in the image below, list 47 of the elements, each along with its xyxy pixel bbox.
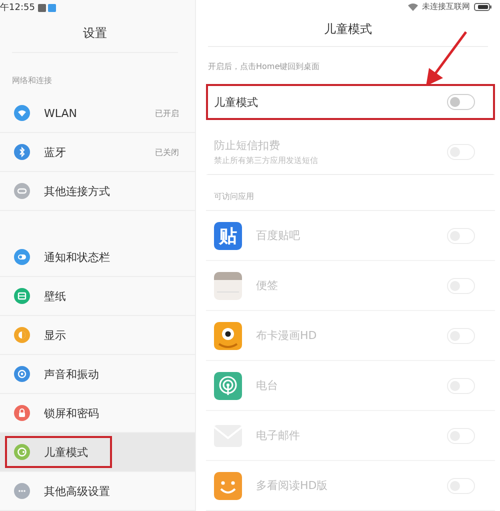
item-label: 声音和振动: [44, 366, 99, 382]
annotation-arrow: [423, 30, 469, 88]
toggle-switch[interactable]: [447, 94, 475, 110]
item-label: 锁屏和密码: [44, 406, 99, 420]
hint-text: 开启后，点击Home键回到桌面: [208, 61, 320, 72]
network-status: 未连接互联网: [422, 1, 470, 12]
settings-item[interactable]: 其他连接方式: [0, 172, 195, 211]
settings-item[interactable]: 声音和振动: [0, 355, 195, 394]
app-name: 多看阅读HD版: [256, 478, 329, 493]
item-label: WLAN: [44, 106, 78, 120]
section-header: 网络和连接: [11, 75, 53, 87]
settings-item[interactable]: WLAN 已开启: [0, 94, 195, 133]
app-name: 布卡漫画HD: [256, 328, 318, 343]
item-status: 已关闭: [155, 146, 179, 158]
item-label: 壁纸: [44, 288, 66, 304]
settings-item[interactable]: 显示: [0, 316, 195, 355]
settings-item[interactable]: 蓝牙 已关闭: [0, 133, 195, 172]
app-name: 电子邮件: [256, 428, 301, 443]
page-title: 设置: [12, 15, 178, 53]
tieba-icon: 贴: [214, 222, 242, 250]
item-label: 蓝牙: [44, 144, 66, 160]
item-label: 儿童模式: [44, 444, 88, 460]
smile-icon: [214, 472, 242, 500]
notification-icon: [38, 4, 58, 12]
radio-icon: [214, 372, 242, 400]
item-label: 显示: [44, 328, 66, 342]
setting-label: 儿童模式: [214, 94, 258, 110]
settings-item[interactable]: 壁纸: [0, 277, 195, 316]
section-header: 可访问应用: [206, 183, 495, 211]
app-name: 便签: [256, 278, 279, 293]
setting-label: 防止短信扣费: [214, 138, 281, 153]
wifi-icon: [408, 2, 418, 11]
settings-item[interactable]: 儿童模式: [0, 433, 195, 472]
settings-item[interactable]: 其他高级设置: [0, 472, 195, 511]
monster-icon: [214, 322, 242, 350]
setting-description: 禁止所有第三方应用发送短信: [214, 155, 318, 166]
item-status: 已开启: [155, 108, 179, 118]
clock: 午12:55: [0, 2, 35, 14]
app-name: 电台: [256, 378, 279, 393]
app-name: 百度贴吧: [256, 228, 301, 243]
battery-icon: [474, 2, 492, 11]
item-label: 通知和状态栏: [44, 250, 110, 264]
item-label: 其他高级设置: [44, 484, 110, 498]
page-title: 儿童模式: [208, 14, 488, 47]
settings-item[interactable]: 通知和状态栏: [0, 238, 195, 277]
item-label: 其他连接方式: [44, 184, 110, 198]
notepad-icon: [214, 272, 242, 300]
